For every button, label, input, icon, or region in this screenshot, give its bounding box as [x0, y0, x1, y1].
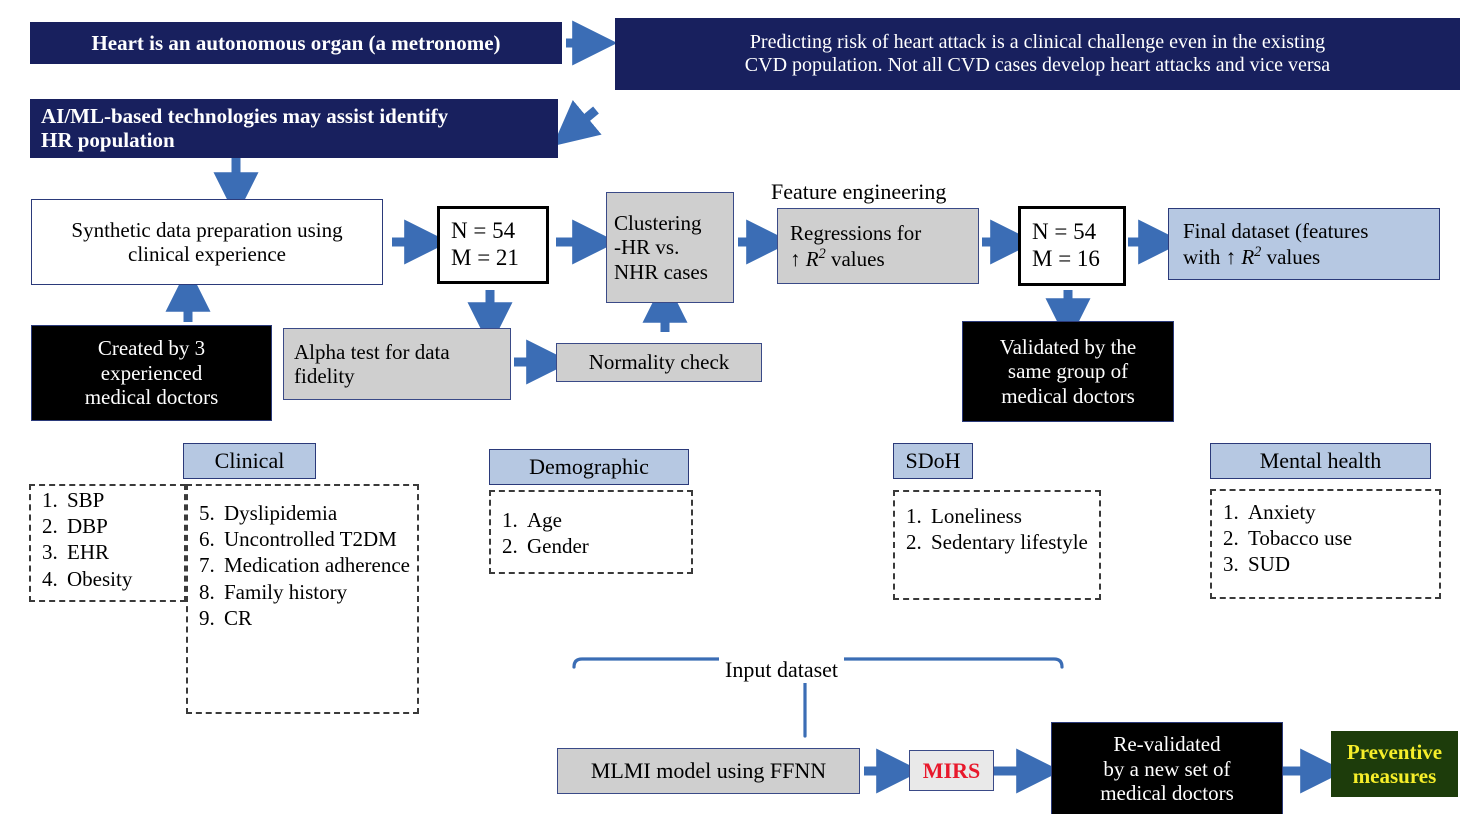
revalidated-line2: by a new set of [1103, 756, 1231, 781]
list-item: Sedentary lifestyle [927, 530, 1101, 555]
list-item: Dyslipidemia [220, 501, 419, 526]
created-by-line1: Created by 3 [97, 336, 206, 361]
r-squared-exp: 2 [818, 245, 826, 262]
validated-line3: medical doctors [1001, 383, 1135, 408]
list-item: Loneliness [927, 504, 1101, 529]
revalidated-line1: Re-validated [1113, 732, 1221, 757]
category-header-demographic: Demographic [489, 449, 689, 485]
validated-by-doctors-box: Validated by the same group of medical d… [962, 321, 1174, 422]
clustering-box: Clustering -HR vs. NHR cases [606, 192, 734, 303]
mirs-text: MIRS [922, 757, 981, 783]
clinical-list-left: SBP DBP EHR Obesity [29, 488, 186, 593]
synthetic-data-box: Synthetic data preparation using clinica… [31, 199, 383, 285]
list-item: Tobacco use [1244, 526, 1441, 551]
clinical-list-right: Dyslipidemia Uncontrolled T2DM Medicatio… [186, 501, 419, 632]
r-squared-var: R [805, 246, 819, 271]
clustering-line1: Clustering [614, 210, 702, 235]
validated-line1: Validated by the [999, 334, 1137, 359]
input-dataset-label: Input dataset [719, 657, 845, 683]
mlmi-model-text: MLMI model using FFNN [590, 758, 827, 784]
mental-health-items: Anxiety Tobacco use SUD [1210, 500, 1441, 578]
list-item: SUD [1244, 552, 1441, 577]
premise-aiml-box: AI/ML-based technologies may assist iden… [30, 99, 558, 158]
revalidated-line3: medical doctors [1100, 781, 1234, 806]
regressions-line2: ↑ R2 values [790, 245, 885, 271]
final-dataset-box: Final dataset (features with ↑ R2 values [1168, 208, 1440, 280]
list-item: CR [220, 606, 419, 631]
list-item: Uncontrolled T2DM [220, 527, 419, 552]
mlmi-model-box: MLMI model using FFNN [557, 748, 860, 794]
preventive-measures-box: Preventive measures [1331, 731, 1458, 797]
created-by-doctors-box: Created by 3 experienced medical doctors [31, 325, 272, 421]
premise-heart-box: Heart is an autonomous organ (a metronom… [30, 22, 562, 64]
premise-heart-text: Heart is an autonomous organ (a metronom… [91, 30, 501, 55]
created-by-line3: medical doctors [84, 385, 219, 410]
flowchart-canvas: Heart is an autonomous organ (a metronom… [0, 0, 1472, 814]
counts-1-box: N = 54 M = 21 [437, 206, 549, 284]
list-item: Anxiety [1244, 500, 1441, 525]
premise-prediction-line1: Predicting risk of heart attack is a cli… [749, 30, 1326, 53]
counts-1-m: M = 21 [451, 245, 519, 270]
clustering-line3: NHR cases [614, 259, 708, 284]
premise-aiml-line2: HR population [41, 128, 175, 153]
sdoh-items: Loneliness Sedentary lifestyle [893, 504, 1101, 555]
demographic-list: Age Gender [489, 508, 693, 560]
r-squared-var-2: R [1241, 244, 1255, 269]
list-item: EHR [63, 540, 186, 565]
clustering-line2: -HR vs. [614, 235, 680, 260]
alpha-test-box: Alpha test for data fidelity [283, 328, 511, 400]
list-item: Age [523, 508, 693, 533]
normality-check-box: Normality check [556, 343, 762, 382]
synthetic-line1: Synthetic data preparation using [71, 217, 343, 242]
validated-line2: same group of [1007, 359, 1129, 384]
counts-1-n: N = 54 [451, 218, 516, 244]
counts-2-box: N = 54 M = 16 [1018, 206, 1126, 286]
list-item: SBP [63, 488, 186, 513]
list-item: Family history [220, 580, 419, 605]
synthetic-line2: clinical experience [128, 242, 286, 266]
premise-prediction-box: Predicting risk of heart attack is a cli… [615, 18, 1460, 90]
premise-prediction-line2: CVD population. Not all CVD cases develo… [744, 54, 1331, 76]
clinical-items-right: Dyslipidemia Uncontrolled T2DM Medicatio… [186, 501, 419, 631]
preventive-line1: Preventive [1346, 739, 1443, 764]
arrow-prediction-to-aiml [552, 100, 602, 147]
category-header-clinical: Clinical [183, 443, 316, 479]
alpha-test-line2: fidelity [294, 364, 355, 388]
mental-health-list: Anxiety Tobacco use SUD [1210, 500, 1441, 579]
list-item: Medication adherence [220, 553, 419, 578]
list-item: DBP [63, 514, 186, 539]
created-by-line2: experienced [100, 360, 203, 385]
premise-aiml-line1: AI/ML-based technologies may assist iden… [41, 104, 449, 128]
counts-2-n: N = 54 [1032, 219, 1097, 245]
alpha-test-line1: Alpha test for data [294, 339, 450, 364]
list-item: Obesity [63, 567, 186, 592]
list-item: Gender [523, 534, 693, 559]
demographic-items: Age Gender [489, 508, 693, 559]
category-header-sdoh: SDoH [893, 443, 973, 479]
final-dataset-line1: Final dataset (features [1183, 219, 1369, 244]
regressions-line1: Regressions for [790, 221, 922, 246]
normality-check-text: Normality check [588, 350, 730, 375]
mirs-box: MIRS [909, 750, 994, 791]
regressions-box: Regressions for ↑ R2 values [777, 208, 979, 284]
category-header-mental-health: Mental health [1210, 443, 1431, 479]
preventive-line2: measures [1352, 764, 1437, 788]
feature-engineering-label: Feature engineering [771, 179, 947, 204]
revalidated-box: Re-validated by a new set of medical doc… [1051, 722, 1283, 814]
counts-2-m: M = 16 [1032, 246, 1100, 271]
final-dataset-line2: with ↑ R2 values [1183, 243, 1321, 269]
clinical-items-left: SBP DBP EHR Obesity [29, 488, 186, 592]
sdoh-list: Loneliness Sedentary lifestyle [893, 504, 1101, 556]
